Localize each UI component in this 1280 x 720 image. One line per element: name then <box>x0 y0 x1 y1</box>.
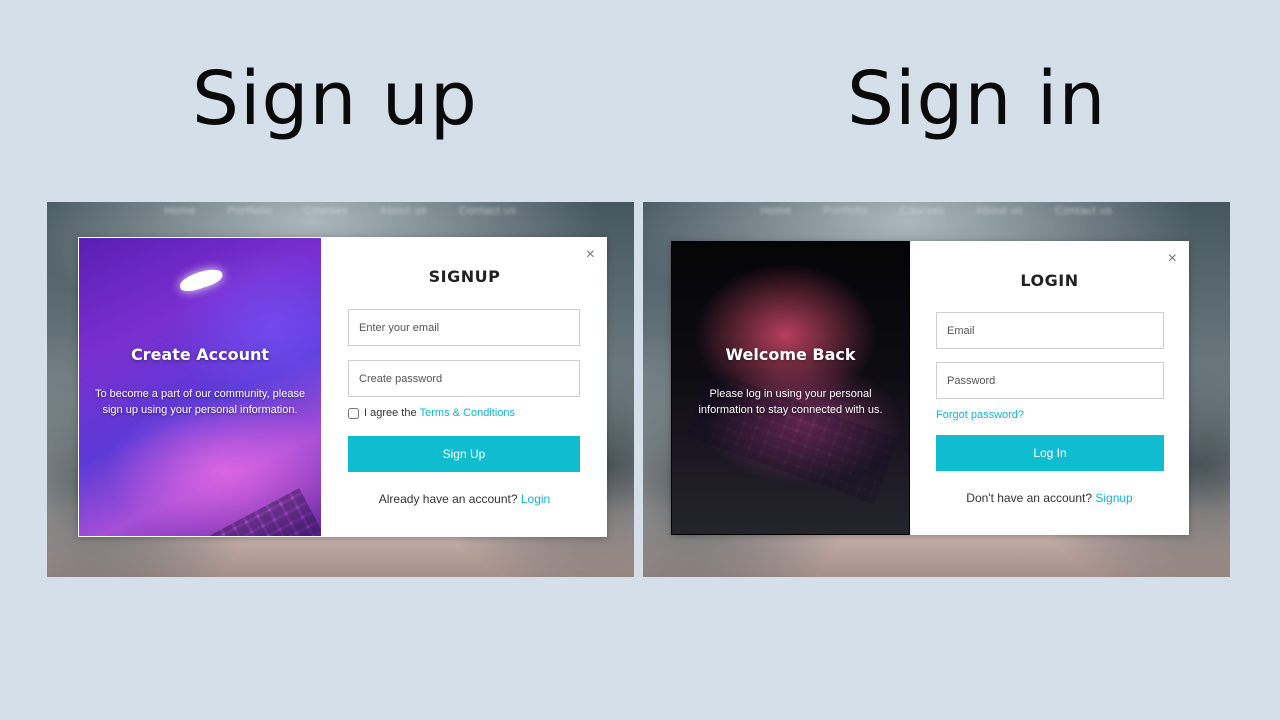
signup-form: × SIGNUP I agree the Terms & Conditions … <box>322 237 607 537</box>
signup-image: Create Account To become a part of our c… <box>78 237 322 537</box>
signup-prompt: Don't have an account? Signup <box>910 491 1189 505</box>
signup-image-text: Create Account To become a part of our c… <box>93 345 307 418</box>
signup-image-description: To become a part of our community, pleas… <box>94 388 306 416</box>
login-image: Welcome Back Please log in using your pe… <box>671 241 910 535</box>
apple-logo-icon <box>177 265 225 295</box>
nav-item-home[interactable]: Home <box>761 205 792 217</box>
login-image-text: Welcome Back Please log in using your pe… <box>686 345 895 418</box>
terms-link[interactable]: Terms & Conditions <box>420 407 515 419</box>
background-nav: Home Portfolio Courses About us Contact … <box>643 205 1230 217</box>
signup-heading: Sign up <box>192 56 478 142</box>
signin-screenshot-panel: Home Portfolio Courses About us Contact … <box>643 202 1230 577</box>
login-button[interactable]: Log In <box>936 435 1164 471</box>
email-input[interactable] <box>936 312 1164 349</box>
signup-image-title: Create Account <box>130 345 270 364</box>
password-input[interactable] <box>348 360 580 397</box>
signup-button[interactable]: Sign Up <box>348 436 580 472</box>
nav-item-about[interactable]: About us <box>976 205 1023 217</box>
nav-item-portfolio[interactable]: Portfolio <box>227 205 272 217</box>
nav-item-home[interactable]: Home <box>165 205 196 217</box>
nav-item-about[interactable]: About us <box>380 205 427 217</box>
signup-modal: Create Account To become a part of our c… <box>78 237 607 537</box>
nav-item-courses[interactable]: Courses <box>900 205 944 217</box>
login-link[interactable]: Login <box>521 492 550 506</box>
login-image-description: Please log in using your personal inform… <box>698 388 883 416</box>
nav-item-contact[interactable]: Contact us <box>1055 205 1113 217</box>
signup-prompt-text: Don't have an account? <box>966 491 1092 505</box>
login-form-title: LOGIN <box>1020 271 1079 290</box>
signup-screenshot-panel: Home Portfolio Courses About us Contact … <box>47 202 634 577</box>
close-icon[interactable]: × <box>586 247 595 263</box>
laptop-keyboard-graphic <box>96 488 321 536</box>
nav-item-portfolio[interactable]: Portfolio <box>823 205 868 217</box>
terms-checkbox[interactable] <box>348 407 359 419</box>
close-icon[interactable]: × <box>1168 251 1177 267</box>
login-prompt: Already have an account? Login <box>322 492 607 506</box>
terms-label: I agree the <box>364 407 417 419</box>
signin-heading: Sign in <box>847 56 1107 142</box>
login-image-title: Welcome Back <box>725 345 856 364</box>
login-form: × LOGIN Forgot password? Log In Don't ha… <box>910 241 1189 535</box>
background-nav: Home Portfolio Courses About us Contact … <box>47 205 634 217</box>
email-input[interactable] <box>348 309 580 346</box>
forgot-password-link[interactable]: Forgot password? <box>936 409 1189 421</box>
password-input[interactable] <box>936 362 1164 399</box>
nav-item-contact[interactable]: Contact us <box>459 205 517 217</box>
terms-checkbox-row: I agree the Terms & Conditions <box>348 407 607 419</box>
signup-link[interactable]: Signup <box>1095 491 1132 505</box>
signup-form-title: SIGNUP <box>428 267 501 286</box>
login-modal: Welcome Back Please log in using your pe… <box>671 241 1189 535</box>
login-prompt-text: Already have an account? <box>378 492 518 506</box>
nav-item-courses[interactable]: Courses <box>304 205 348 217</box>
